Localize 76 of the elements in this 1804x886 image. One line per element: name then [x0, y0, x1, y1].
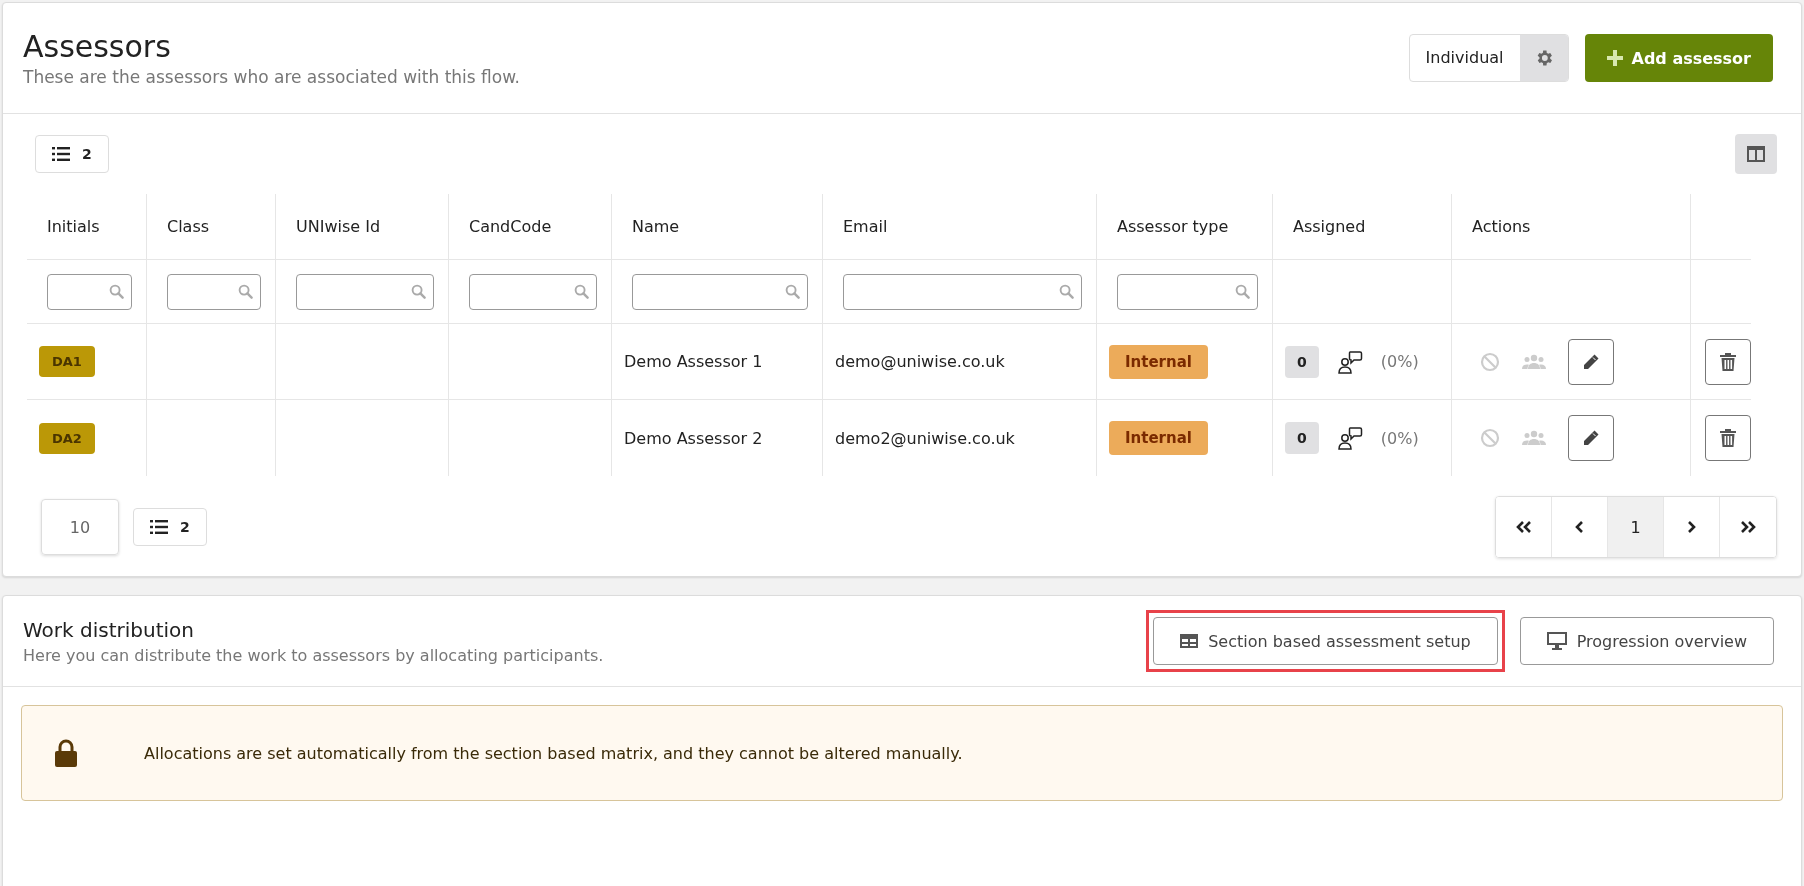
column-header[interactable]: Actions [1472, 217, 1531, 236]
last-page-button[interactable] [1720, 497, 1776, 557]
page-button[interactable]: 1 [1608, 497, 1664, 557]
search-icon [109, 284, 124, 299]
column-header[interactable]: Email [843, 217, 888, 236]
column-header[interactable]: UNIwise Id [296, 217, 381, 236]
lock-icon [54, 739, 78, 767]
column-header[interactable]: Assessor type [1117, 217, 1229, 236]
table-cell: demo2@uniwise.co.uk [835, 428, 1015, 448]
filter-field[interactable] [843, 273, 1082, 310]
column-header[interactable]: Assigned [1293, 217, 1366, 236]
double-chevron-right-icon [1740, 520, 1756, 534]
delete-button[interactable] [1705, 338, 1751, 385]
search-icon [1235, 284, 1250, 299]
assigned-count-badge: 0 [1285, 345, 1319, 378]
mode-button[interactable]: Individual [1408, 34, 1569, 82]
assessor-type-badge: Internal [1109, 421, 1208, 455]
pencil-icon [1582, 429, 1600, 447]
section-title: Assessors [23, 29, 172, 65]
table-cell: Demo Assessor 2 [624, 428, 763, 448]
search-icon [574, 284, 589, 299]
users-icon[interactable] [1522, 430, 1546, 446]
column-header[interactable]: Class [167, 217, 210, 236]
filter-field[interactable] [632, 273, 808, 310]
assigned-percent: (0%) [1380, 428, 1419, 448]
table-cell: demo@uniwise.co.uk [835, 352, 1005, 371]
table-icon [1180, 634, 1199, 648]
filter-field[interactable] [47, 273, 132, 310]
search-icon [411, 284, 426, 299]
trash-icon [1720, 429, 1736, 447]
chevron-left-icon [1575, 520, 1584, 534]
trash-icon [1720, 352, 1736, 371]
outline-button[interactable]: Section based assessment setup [1153, 617, 1498, 665]
person-speech-icon[interactable] [1336, 425, 1363, 451]
monitor-icon [1546, 632, 1567, 650]
column-header[interactable]: Name [632, 217, 680, 236]
assessor-type-badge: Internal [1109, 344, 1208, 379]
edit-button[interactable] [1568, 338, 1614, 385]
search-icon [1059, 284, 1074, 299]
users-icon[interactable] [1522, 353, 1546, 370]
notice-text: Allocations are set automatically from the section based matrix, and they cannot be altered manually. [144, 743, 963, 763]
columns-icon [1747, 146, 1765, 162]
list-icon [150, 520, 168, 534]
list-icon [52, 147, 70, 161]
filter-field[interactable] [469, 273, 597, 310]
filter-field[interactable] [167, 273, 261, 310]
page-size-select[interactable]: 10 [41, 499, 119, 555]
section-title: Work distribution [23, 617, 195, 642]
add-assessor-button[interactable]: Add assessor [1584, 34, 1773, 82]
filter-field[interactable] [1117, 273, 1258, 310]
person-speech-icon[interactable] [1336, 348, 1363, 375]
search-icon [238, 284, 253, 299]
columns-button[interactable] [1735, 134, 1777, 174]
filter-field[interactable] [296, 273, 434, 310]
row-count-button[interactable]: 2 [133, 508, 207, 546]
column-header[interactable]: Initials [47, 217, 100, 236]
outline-button[interactable]: Progression overview [1519, 617, 1774, 665]
block-icon[interactable] [1480, 428, 1500, 448]
chevron-right-icon [1687, 520, 1696, 534]
row-count-button[interactable]: 2 [35, 135, 109, 173]
section-subtitle: These are the assessors who are associated with this flow. [23, 67, 520, 87]
pencil-icon [1582, 352, 1600, 371]
first-page-button[interactable] [1496, 497, 1552, 557]
delete-button[interactable] [1705, 415, 1751, 461]
search-icon [785, 284, 800, 299]
assigned-percent: (0%) [1380, 352, 1419, 371]
edit-button[interactable] [1568, 415, 1614, 461]
double-chevron-left-icon [1515, 520, 1532, 534]
plus-icon [1606, 50, 1623, 66]
section-subtitle: Here you can distribute the work to assessors by allocating participants. [23, 645, 604, 665]
assigned-count-badge: 0 [1285, 422, 1319, 454]
table-cell: Demo Assessor 1 [624, 352, 763, 371]
initials-badge: DA2 [39, 422, 95, 454]
block-icon[interactable] [1480, 351, 1500, 372]
initials-badge: DA1 [39, 346, 95, 377]
column-header[interactable]: CandCode [469, 217, 552, 236]
